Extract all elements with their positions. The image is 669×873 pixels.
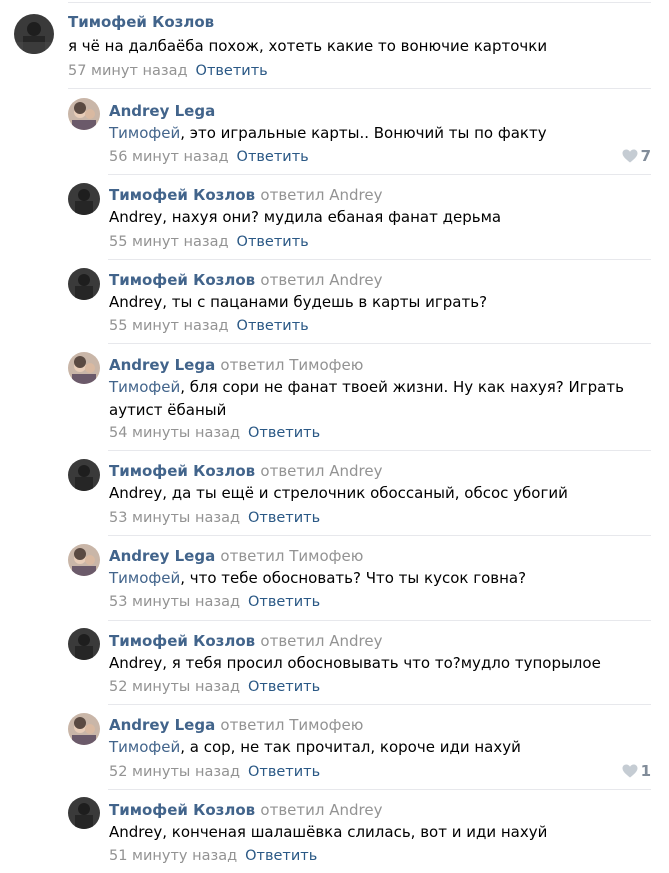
comment-author[interactable]: Andrey Lega bbox=[109, 102, 215, 120]
avatar[interactable] bbox=[68, 352, 100, 384]
separator bbox=[68, 88, 651, 89]
avatar[interactable] bbox=[14, 14, 54, 54]
comment-meta: 54 минуты назад Ответить bbox=[109, 424, 320, 442]
replied-to[interactable]: ответил Andrey bbox=[260, 462, 382, 480]
comment-text: Andrey, нахуя они? мудила ебаная фанат д… bbox=[109, 208, 502, 226]
comment-time[interactable]: 56 минут назад bbox=[109, 149, 229, 165]
like-count: 7 bbox=[640, 147, 651, 165]
replied-to[interactable]: ответил Andrey bbox=[260, 271, 382, 289]
avatar[interactable] bbox=[68, 544, 100, 576]
comment-text: Тимофей, что тебе обосновать? Что ты кус… bbox=[109, 569, 527, 587]
comment-meta: 52 минуты назад Ответить bbox=[109, 763, 320, 781]
avatar[interactable] bbox=[68, 713, 100, 745]
like-count: 1 bbox=[640, 762, 651, 780]
reply-button[interactable]: Ответить bbox=[248, 679, 320, 695]
separator bbox=[108, 450, 651, 451]
avatar[interactable] bbox=[68, 183, 100, 215]
like-button[interactable]: 1 bbox=[622, 762, 651, 780]
comment-author[interactable]: Andrey Lega ответил Тимофею bbox=[109, 547, 363, 565]
replied-to[interactable]: ответил Тимофею bbox=[220, 547, 363, 565]
reply-button[interactable]: Ответить bbox=[248, 510, 320, 526]
comment-time[interactable]: 55 минут назад bbox=[109, 318, 229, 334]
avatar[interactable] bbox=[68, 268, 100, 300]
comment-time[interactable]: 52 минуты назад bbox=[109, 679, 240, 695]
comment-text: Andrey, да ты ещё и стрелочник обоссаный… bbox=[109, 484, 568, 502]
replied-to[interactable]: ответил Andrey bbox=[260, 801, 382, 819]
replied-to[interactable]: ответил Andrey bbox=[260, 632, 382, 650]
like-button[interactable]: 7 bbox=[622, 147, 651, 165]
comment-time[interactable]: 54 минуты назад bbox=[109, 425, 240, 441]
heart-icon bbox=[622, 149, 638, 163]
comment-meta: 51 минуту назад Ответить bbox=[109, 847, 317, 865]
avatar[interactable] bbox=[68, 459, 100, 491]
reply-button[interactable]: Ответить bbox=[237, 149, 309, 165]
comment-time[interactable]: 57 минут назад bbox=[68, 63, 188, 79]
comment-text: Andrey, конченая шалашёвка слилась, вот … bbox=[109, 823, 548, 841]
avatar[interactable] bbox=[68, 98, 100, 130]
mention-link[interactable]: Тимофей bbox=[109, 124, 180, 142]
avatar[interactable] bbox=[68, 628, 100, 660]
heart-icon bbox=[622, 764, 638, 778]
separator bbox=[108, 620, 651, 621]
comment-meta: 57 минут назад Ответить bbox=[68, 62, 268, 80]
replied-to[interactable]: ответил Тимофею bbox=[220, 716, 363, 734]
comment-author[interactable]: Тимофей Козлов bbox=[68, 13, 214, 31]
replied-to[interactable]: ответил Тимофею bbox=[220, 356, 363, 374]
separator bbox=[108, 704, 651, 705]
reply-button[interactable]: Ответить bbox=[245, 848, 317, 864]
comment-author[interactable]: Тимофей Козлов ответил Andrey bbox=[109, 632, 382, 650]
comment-text: Andrey, я тебя просил обосновывать что т… bbox=[109, 654, 601, 672]
comment-time[interactable]: 53 минуты назад bbox=[109, 510, 240, 526]
comment-meta: 52 минуты назад Ответить bbox=[109, 678, 320, 696]
comment-author[interactable]: Тимофей Козлов ответил Andrey bbox=[109, 462, 382, 480]
comment-time[interactable]: 52 минуты назад bbox=[109, 764, 240, 780]
comment-meta: 53 минуты назад Ответить bbox=[109, 593, 320, 611]
mention-link[interactable]: Тимофей bbox=[109, 378, 180, 396]
comment-meta: 53 минуты назад Ответить bbox=[109, 509, 320, 527]
separator bbox=[108, 343, 651, 344]
comment-time[interactable]: 53 минуты назад bbox=[109, 594, 240, 610]
separator bbox=[108, 259, 651, 260]
comment-text: Andrey, ты с пацанами будешь в карты игр… bbox=[109, 293, 488, 311]
avatar[interactable] bbox=[68, 797, 100, 829]
comment-author[interactable]: Тимофей Козлов ответил Andrey bbox=[109, 271, 382, 289]
comment-time[interactable]: 51 минуту назад bbox=[109, 848, 237, 864]
comment-text: Тимофей, это игральные карты.. Вонючий т… bbox=[109, 124, 547, 142]
comment-author[interactable]: Andrey Lega ответил Тимофею bbox=[109, 716, 363, 734]
mention-link[interactable]: Тимофей bbox=[109, 738, 180, 756]
comment-meta: 56 минут назад Ответить bbox=[109, 148, 309, 166]
reply-button[interactable]: Ответить bbox=[248, 425, 320, 441]
reply-button[interactable]: Ответить bbox=[248, 764, 320, 780]
top-divider bbox=[68, 2, 651, 3]
mention-link[interactable]: Тимофей bbox=[109, 569, 180, 587]
reply-button[interactable]: Ответить bbox=[237, 318, 309, 334]
reply-button[interactable]: Ответить bbox=[196, 63, 268, 79]
comment-time[interactable]: 55 минут назад bbox=[109, 234, 229, 250]
reply-button[interactable]: Ответить bbox=[248, 594, 320, 610]
comment-text: Тимофей, а сор, не так прочитал, короче … bbox=[109, 738, 521, 756]
separator bbox=[108, 789, 651, 790]
replied-to[interactable]: ответил Andrey bbox=[260, 186, 382, 204]
comment-meta: 55 минут назад Ответить bbox=[109, 317, 309, 335]
separator bbox=[108, 535, 651, 536]
comment-author[interactable]: Тимофей Козлов ответил Andrey bbox=[109, 186, 382, 204]
separator bbox=[108, 174, 651, 175]
reply-button[interactable]: Ответить bbox=[237, 234, 309, 250]
comment-text: Тимофей, бля сори не фанат твоей жизни. … bbox=[109, 378, 624, 419]
comment-text: я чё на далбаёба похож, хотеть какие то … bbox=[68, 37, 548, 55]
comment-author[interactable]: Andrey Lega ответил Тимофею bbox=[109, 356, 363, 374]
comment-meta: 55 минут назад Ответить bbox=[109, 233, 309, 251]
comment-author[interactable]: Тимофей Козлов ответил Andrey bbox=[109, 801, 382, 819]
